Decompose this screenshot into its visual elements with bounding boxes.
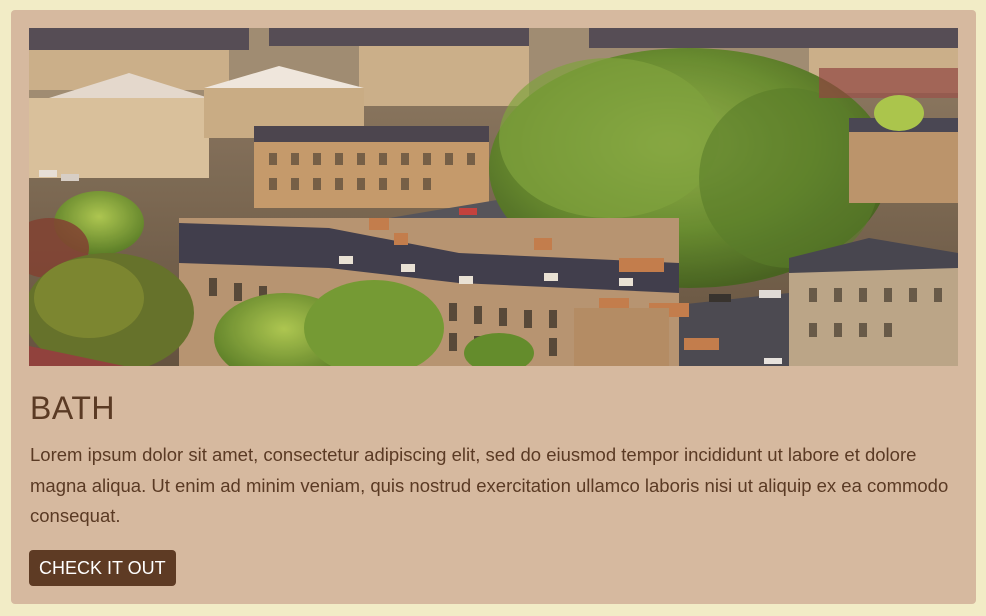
card-title: BATH xyxy=(30,390,115,426)
destination-card: BATH Lorem ipsum dolor sit amet, consect… xyxy=(11,10,976,604)
card-description: Lorem ipsum dolor sit amet, consectetur … xyxy=(30,444,949,526)
hero-image-artwork xyxy=(29,28,958,366)
hero-image xyxy=(29,28,958,366)
check-it-out-button[interactable]: CHECK IT OUT xyxy=(29,550,176,586)
